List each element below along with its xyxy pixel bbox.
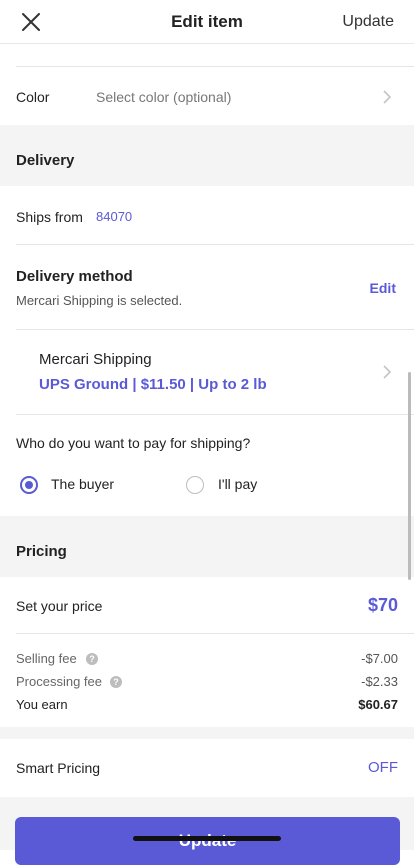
smart-pricing-label: Smart Pricing: [16, 760, 101, 776]
pricing-section-title: Pricing: [16, 543, 67, 560]
ships-from-value: 84070: [96, 209, 133, 224]
help-icon[interactable]: ?: [110, 676, 122, 688]
delivery-section-header: Delivery: [0, 125, 414, 186]
processing-fee-value: -$2.33: [361, 674, 398, 689]
processing-fee-label: Processing fee: [16, 674, 102, 689]
carrier-title: Mercari Shipping: [39, 351, 152, 368]
top-bar: Edit item Update: [0, 0, 414, 44]
shipping-payer-options: The buyer I'll pay: [0, 468, 414, 502]
radio-unselected-icon: [186, 476, 204, 494]
ships-from-label: Ships from: [16, 209, 83, 225]
scrollbar[interactable]: [408, 372, 411, 580]
price-value[interactable]: $70: [368, 595, 398, 616]
color-value: Select color (optional): [96, 89, 232, 105]
ships-from-row[interactable]: Ships from 84070: [0, 186, 414, 244]
update-button[interactable]: Update: [15, 817, 400, 865]
selling-fee-label: Selling fee: [16, 651, 77, 666]
delivery-method-row: Delivery method Mercari Shipping is sele…: [0, 245, 414, 329]
chevron-right-icon: [383, 365, 392, 379]
set-price-label: Set your price: [16, 598, 103, 614]
help-icon[interactable]: ?: [86, 653, 98, 665]
payer-option-buyer[interactable]: The buyer: [18, 468, 168, 502]
color-label: Color: [16, 89, 50, 105]
carrier-detail: UPS Ground | $11.50 | Up to 2 lb: [39, 376, 267, 393]
color-row[interactable]: Color Select color (optional): [0, 67, 414, 125]
selling-fee-value: -$7.00: [361, 651, 398, 666]
smart-pricing-row[interactable]: Smart Pricing OFF: [0, 739, 414, 797]
pricing-section-header: Pricing: [0, 516, 414, 577]
payer-option-seller[interactable]: I'll pay: [184, 468, 334, 502]
divider: [16, 633, 414, 634]
section-gap: [0, 727, 414, 739]
shipping-carrier-row[interactable]: Mercari Shipping UPS Ground | $11.50 | U…: [0, 330, 414, 414]
radio-selected-icon: [20, 476, 38, 494]
you-earn-value: $60.67: [358, 697, 398, 712]
delivery-method-edit-button[interactable]: Edit: [370, 280, 396, 296]
delivery-method-label: Delivery method: [16, 268, 133, 285]
delivery-section-title: Delivery: [16, 152, 75, 169]
set-price-row[interactable]: Set your price $70: [0, 577, 414, 633]
update-header-button[interactable]: Update: [342, 13, 394, 31]
delivery-method-subtitle: Mercari Shipping is selected.: [16, 293, 183, 308]
smart-pricing-toggle[interactable]: OFF: [368, 759, 398, 776]
shipping-payer-question: Who do you want to pay for shipping?: [16, 435, 251, 451]
divider: [16, 414, 414, 415]
home-indicator: [133, 836, 281, 841]
payer-option-seller-label: I'll pay: [218, 476, 258, 492]
you-earn-label: You earn: [16, 697, 68, 712]
chevron-right-icon: [383, 90, 392, 104]
payer-option-buyer-label: The buyer: [51, 476, 115, 492]
